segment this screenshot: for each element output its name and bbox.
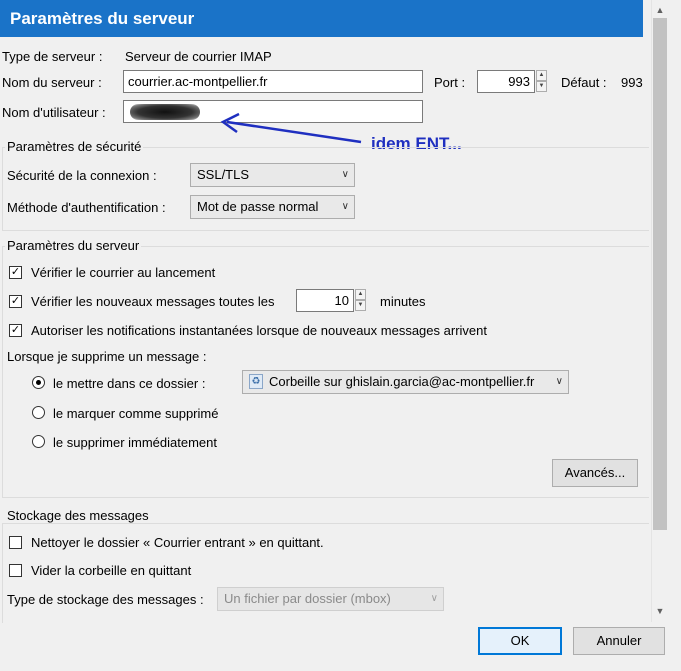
check-startup-checkbox[interactable]: ✓ bbox=[9, 266, 22, 279]
cancel-button[interactable]: Annuler bbox=[573, 627, 665, 655]
delete-move-radio[interactable] bbox=[32, 376, 45, 389]
server-name-input[interactable]: courrier.ac-montpellier.fr bbox=[123, 70, 423, 93]
server-type-value: Serveur de courrier IMAP bbox=[125, 49, 272, 64]
stepper-up-icon[interactable]: ▲ bbox=[536, 70, 547, 81]
delete-now-radio[interactable] bbox=[32, 435, 45, 448]
scrollbar-thumb[interactable] bbox=[653, 18, 667, 530]
default-port-label: Défaut : bbox=[561, 75, 607, 90]
server-type-label: Type de serveur : bbox=[2, 49, 103, 64]
trash-folder-icon: ♻ bbox=[249, 374, 263, 389]
chevron-down-icon: ∨ bbox=[430, 593, 438, 604]
check-startup-label: Vérifier le courrier au lancement bbox=[31, 265, 216, 280]
stepper-down-icon[interactable]: ▼ bbox=[355, 300, 366, 311]
stepper-down-icon[interactable]: ▼ bbox=[536, 81, 547, 92]
delete-mark-radio[interactable] bbox=[32, 406, 45, 419]
ok-button[interactable]: OK bbox=[478, 627, 562, 655]
auth-method-value: Mot de passe normal bbox=[197, 199, 319, 214]
port-stepper[interactable]: ▲ ▼ bbox=[536, 70, 547, 93]
delete-move-label: le mettre dans ce dossier : bbox=[53, 376, 206, 391]
server-settings-group-label: Paramètres du serveur bbox=[5, 238, 142, 253]
security-group-label: Paramètres de sécurité bbox=[5, 139, 144, 154]
trash-folder-value: Corbeille sur ghislain.garcia@ac-montpel… bbox=[269, 374, 535, 389]
scroll-down-icon[interactable]: ▼ bbox=[653, 604, 667, 618]
check-new-label: Vérifier les nouveaux messages toutes le… bbox=[31, 294, 275, 309]
storage-type-label: Type de stockage des messages : bbox=[7, 592, 204, 607]
delete-mark-label: le marquer comme supprimé bbox=[53, 406, 219, 421]
chevron-down-icon: ∨ bbox=[341, 201, 349, 212]
notifications-checkbox[interactable]: ✓ bbox=[9, 324, 22, 337]
delete-now-label: le supprimer immédiatement bbox=[53, 435, 218, 450]
cleanup-inbox-checkbox[interactable] bbox=[9, 536, 22, 549]
delete-behavior-label: Lorsque je supprime un message : bbox=[7, 349, 207, 364]
check-interval-stepper[interactable]: ▲ ▼ bbox=[355, 289, 366, 312]
auth-method-label: Méthode d'authentification : bbox=[7, 200, 166, 215]
redacted-username bbox=[130, 104, 200, 120]
storage-type-select[interactable]: Un fichier par dossier (mbox) ∨ bbox=[217, 587, 444, 611]
stepper-up-icon[interactable]: ▲ bbox=[355, 289, 366, 300]
default-port-value: 993 bbox=[621, 75, 643, 90]
port-label: Port : bbox=[434, 75, 466, 90]
annotation-arrow-icon bbox=[220, 112, 362, 144]
chevron-down-icon: ∨ bbox=[555, 376, 563, 387]
cleanup-inbox-label: Nettoyer le dossier « Courrier entrant »… bbox=[31, 535, 324, 550]
username-label: Nom d'utilisateur : bbox=[2, 105, 106, 120]
notifications-label: Autoriser les notifications instantanées… bbox=[31, 323, 487, 338]
port-input[interactable]: 993 bbox=[477, 70, 535, 93]
check-new-checkbox[interactable]: ✓ bbox=[9, 295, 22, 308]
trash-folder-select[interactable]: ♻ Corbeille sur ghislain.garcia@ac-montp… bbox=[242, 370, 569, 394]
check-interval-unit: minutes bbox=[380, 294, 426, 309]
storage-type-value: Un fichier par dossier (mbox) bbox=[224, 591, 391, 606]
storage-group-label: Stockage des messages bbox=[5, 508, 151, 523]
scroll-up-icon[interactable]: ▲ bbox=[653, 3, 667, 17]
empty-trash-checkbox[interactable] bbox=[9, 564, 22, 577]
connection-security-value: SSL/TLS bbox=[197, 167, 250, 182]
server-name-label: Nom du serveur : bbox=[2, 75, 102, 90]
auth-method-select[interactable]: Mot de passe normal ∨ bbox=[190, 195, 355, 219]
chevron-down-icon: ∨ bbox=[341, 169, 349, 180]
check-interval-input[interactable]: 10 bbox=[296, 289, 354, 312]
connection-security-label: Sécurité de la connexion : bbox=[7, 168, 157, 183]
empty-trash-label: Vider la corbeille en quittant bbox=[31, 563, 192, 578]
connection-security-select[interactable]: SSL/TLS ∨ bbox=[190, 163, 355, 187]
dialog-title: Paramètres du serveur bbox=[0, 0, 643, 37]
advanced-button[interactable]: Avancés... bbox=[552, 459, 638, 487]
